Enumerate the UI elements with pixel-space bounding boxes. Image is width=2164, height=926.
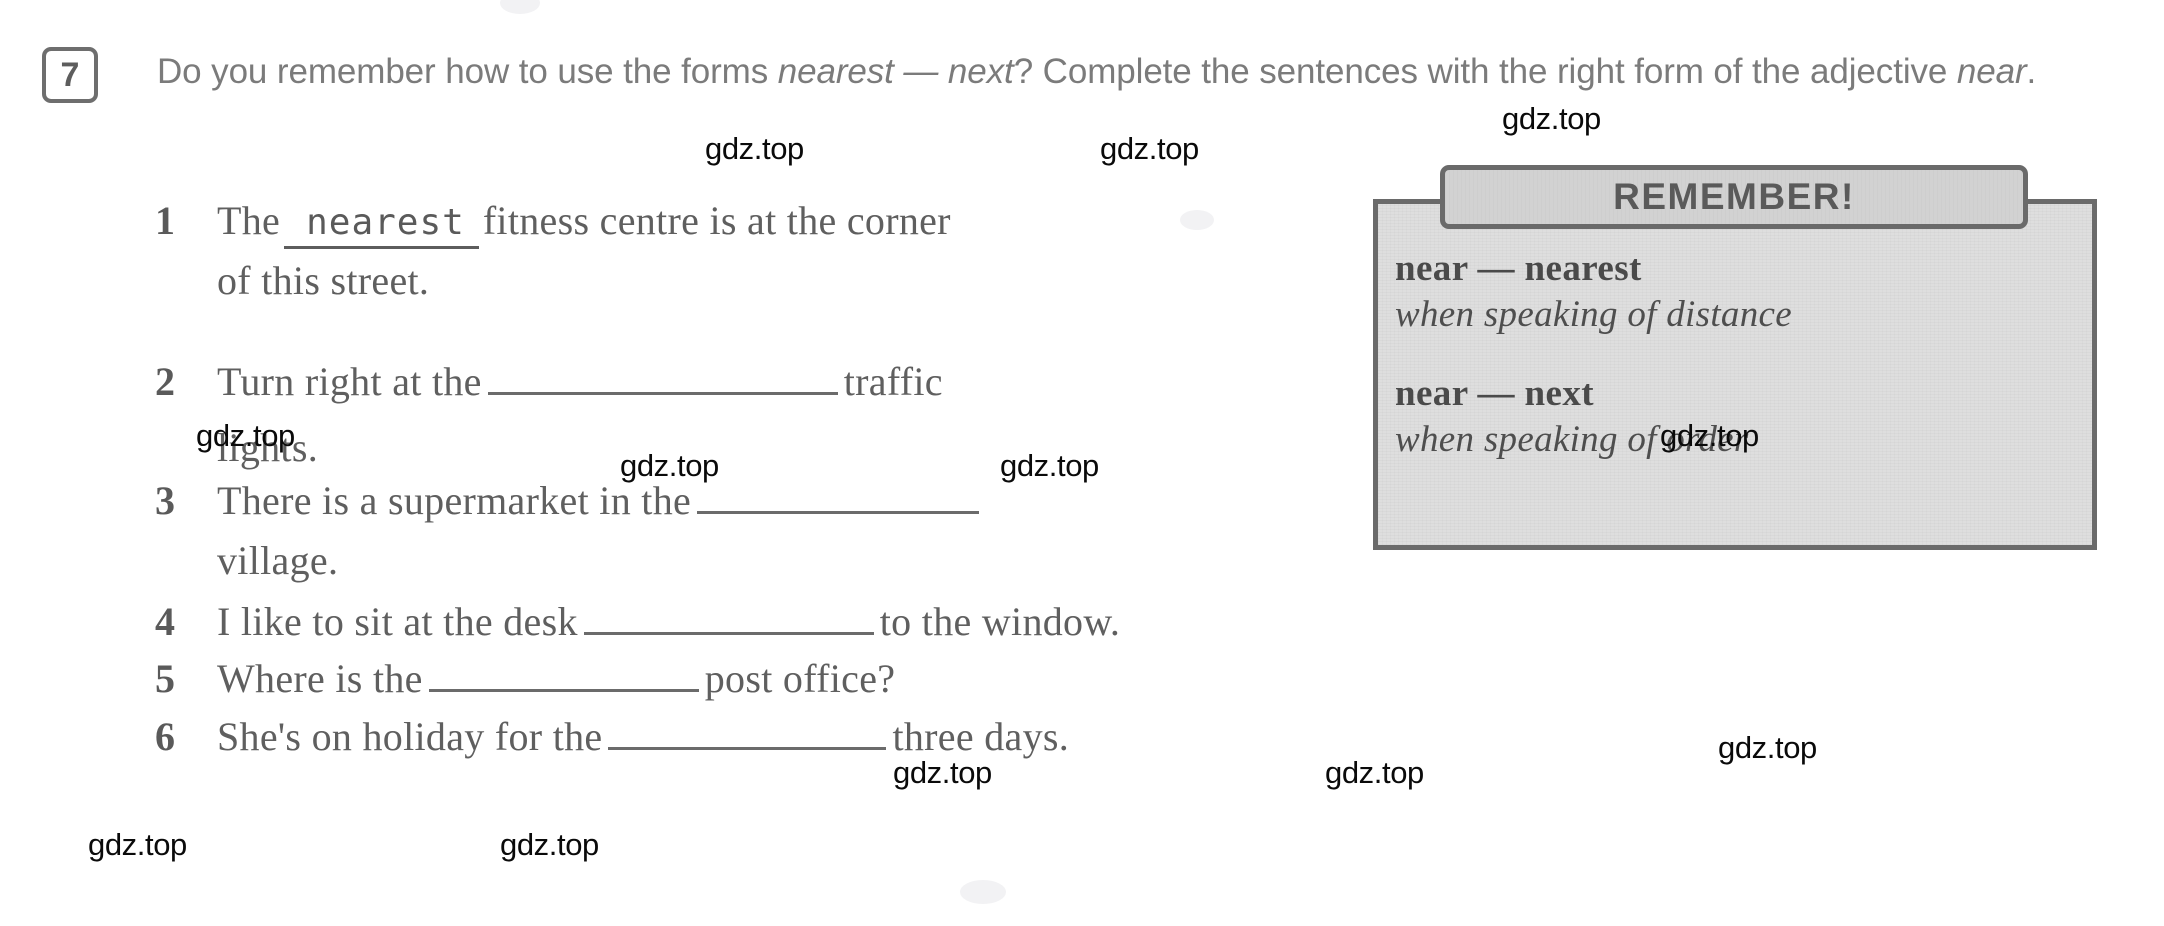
sentence-before: The xyxy=(217,198,281,243)
watermark: gdz.top xyxy=(500,827,599,862)
answer-blank[interactable] xyxy=(583,602,874,635)
watermark: gdz.top xyxy=(88,827,187,862)
watermark: gdz.top xyxy=(1502,101,1601,136)
watermark: gdz.top xyxy=(893,755,992,790)
scan-artifact xyxy=(960,880,1006,904)
sentence-after: fitness centre is at the corner xyxy=(482,198,951,243)
answer-text: nearest xyxy=(306,202,465,243)
sentence-index: 6 xyxy=(155,714,176,759)
remember-rule-note: when speaking of distance xyxy=(1395,293,1792,335)
watermark: gdz.top xyxy=(1100,131,1199,166)
remember-rule-headword: near — next xyxy=(1395,373,1594,415)
sentence-after: post office? xyxy=(704,656,896,701)
sentence-body: She's on holiday for the three days. xyxy=(217,713,1069,760)
worksheet-page: 7 Do you remember how to use the forms n… xyxy=(0,0,2164,926)
sentence-before: I like to sit at the desk xyxy=(217,599,578,644)
answer-blank[interactable] xyxy=(487,362,838,395)
sentence-continuation: village. xyxy=(217,538,339,583)
sentence-after: traffic xyxy=(843,359,943,404)
sentence-index: 4 xyxy=(155,599,176,644)
sentence-after: three days. xyxy=(892,714,1070,759)
watermark: gdz.top xyxy=(196,418,295,453)
watermark: gdz.top xyxy=(1325,755,1424,790)
watermark: gdz.top xyxy=(705,131,804,166)
sentence-before: Where is the xyxy=(217,656,423,701)
sentence-body: Turn right at the traffic xyxy=(217,358,943,405)
sentence-after: to the window. xyxy=(879,599,1121,644)
sentence-body: The nearest fitness centre is at the corne… xyxy=(217,197,951,249)
sentence-index: 5 xyxy=(155,656,176,701)
answer-blank[interactable] xyxy=(697,481,980,514)
remember-rule-headword: near — nearest xyxy=(1395,248,1642,289)
sentence-continuation: of this street. xyxy=(217,258,430,303)
sentence-body: There is a supermarket in the xyxy=(217,477,985,524)
remember-box-header: REMEMBER! xyxy=(1440,165,2028,229)
sentence-body: I like to sit at the desk to the window. xyxy=(217,598,1120,645)
sentence-before: Turn right at the xyxy=(217,359,482,404)
watermark: gdz.top xyxy=(1000,448,1099,483)
remember-title: REMEMBER! xyxy=(1613,176,1855,217)
watermark: gdz.top xyxy=(1718,730,1817,765)
scan-artifact xyxy=(1180,210,1214,230)
sentence-before: There is a supermarket in the xyxy=(217,478,692,523)
answer-blank[interactable] xyxy=(428,659,699,692)
sentence-index: 1 xyxy=(155,198,176,243)
sentence-index: 2 xyxy=(155,359,176,404)
remember-rule-gap xyxy=(1395,337,2085,375)
watermark: gdz.top xyxy=(620,448,719,483)
answer-blank[interactable] xyxy=(608,717,887,750)
watermark: gdz.top xyxy=(1660,418,1759,453)
sentence-body: Where is the post office? xyxy=(217,655,895,702)
sentence-index: 3 xyxy=(155,478,176,523)
answer-blank-filled[interactable]: nearest xyxy=(284,197,479,249)
sentence-before: She's on holiday for the xyxy=(217,714,603,759)
